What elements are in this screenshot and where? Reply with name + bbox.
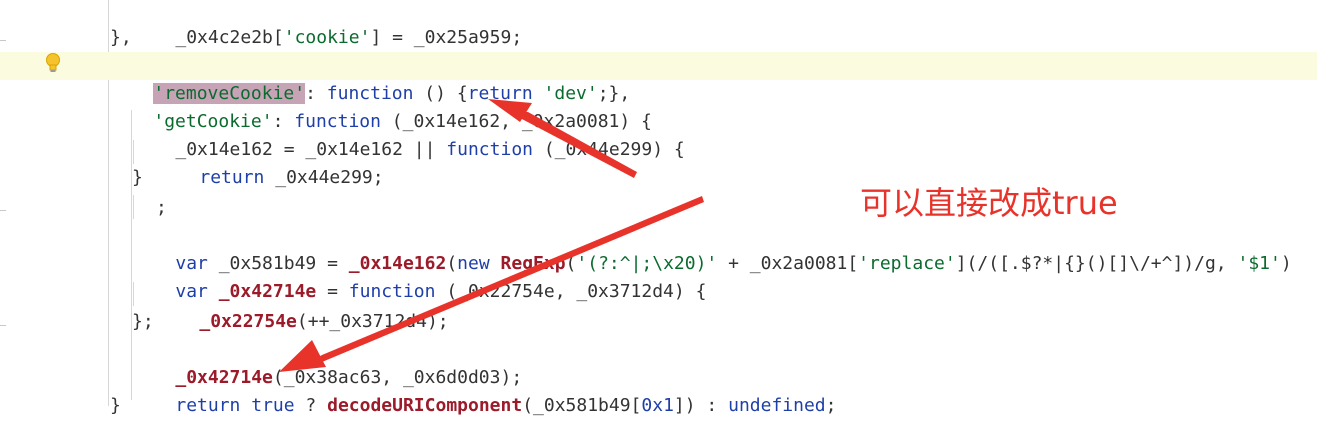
arrow-to-call-args [279, 196, 704, 372]
arrow-to-getcookie-param [488, 99, 637, 178]
annotation-arrows [279, 99, 704, 372]
annotation-note: 可以直接改成true [860, 184, 1118, 222]
